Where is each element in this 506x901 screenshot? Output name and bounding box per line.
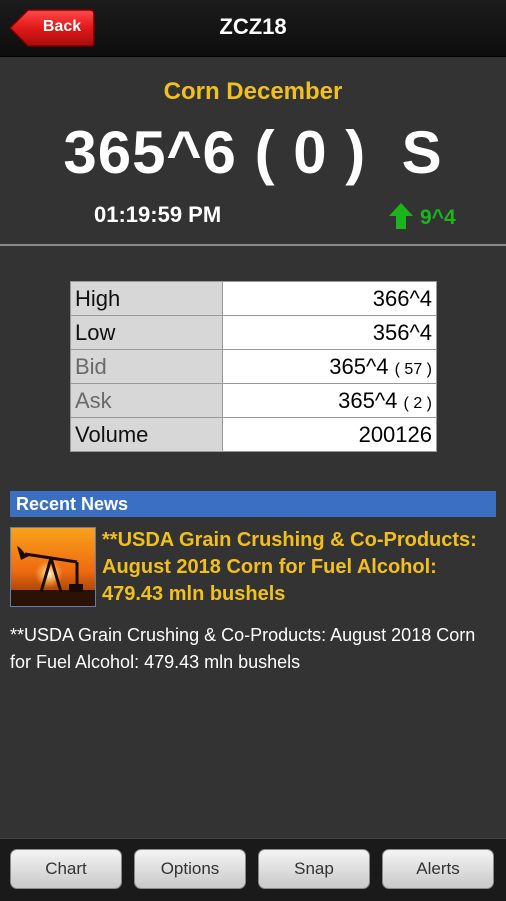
stat-label-volume: Volume (70, 417, 223, 452)
stat-value: 365^4 (329, 353, 389, 379)
stat-label-ask: Ask (70, 383, 223, 418)
ask-size: ( 2 ) (403, 394, 432, 412)
quote-stats-table: High 366^4 Low 356^4 Bid 365^4 ( 57 ) As… (70, 281, 437, 452)
chart-button[interactable]: Chart (10, 849, 122, 889)
stat-value: 200126 (358, 421, 432, 447)
contract-name: Corn December (163, 78, 343, 105)
news-section-header: Recent News (10, 491, 496, 517)
stat-value-volume: 200126 (222, 417, 437, 452)
page-title: ZCZ18 (219, 14, 287, 39)
table-row: High 366^4 (70, 281, 437, 316)
arrow-up-icon (389, 203, 413, 229)
divider (0, 244, 506, 246)
quote-time: 01:19:59 PM (94, 202, 222, 227)
bid-size: ( 57 ) (394, 360, 432, 378)
snap-button[interactable]: Snap (258, 849, 370, 889)
options-button[interactable]: Options (134, 849, 246, 889)
stat-value-low: 356^4 (222, 315, 437, 350)
price-change-value: 9^4 (420, 206, 456, 229)
stat-label-bid: Bid (70, 349, 223, 384)
stat-value-ask: 365^4 ( 2 ) (222, 383, 437, 418)
oil-pump-thumbnail-icon[interactable] (10, 527, 96, 607)
stat-value: 365^4 (338, 387, 398, 413)
table-row: Volume 200126 (70, 417, 437, 452)
table-row: Low 356^4 (70, 315, 437, 350)
stat-label-low: Low (70, 315, 223, 350)
bottom-toolbar: Chart Options Snap Alerts (0, 838, 506, 901)
stat-value: 356^4 (372, 319, 432, 345)
alerts-button[interactable]: Alerts (382, 849, 494, 889)
stat-value-bid: 365^4 ( 57 ) (222, 349, 437, 384)
stat-value-high: 366^4 (222, 281, 437, 316)
stat-label-high: High (70, 281, 223, 316)
table-row: Bid 365^4 ( 57 ) (70, 349, 437, 384)
last-price: 365^6 ( 0 ) S (63, 119, 443, 186)
news-headline-link[interactable]: **USDA Grain Crushing & Co-Products: Aug… (102, 527, 500, 608)
news-summary: **USDA Grain Crushing & Co-Products: Aug… (10, 625, 476, 672)
table-row: Ask 365^4 ( 2 ) (70, 383, 437, 418)
stat-value: 366^4 (372, 285, 432, 311)
top-navigation-bar: Back ZCZ18 (0, 0, 506, 57)
